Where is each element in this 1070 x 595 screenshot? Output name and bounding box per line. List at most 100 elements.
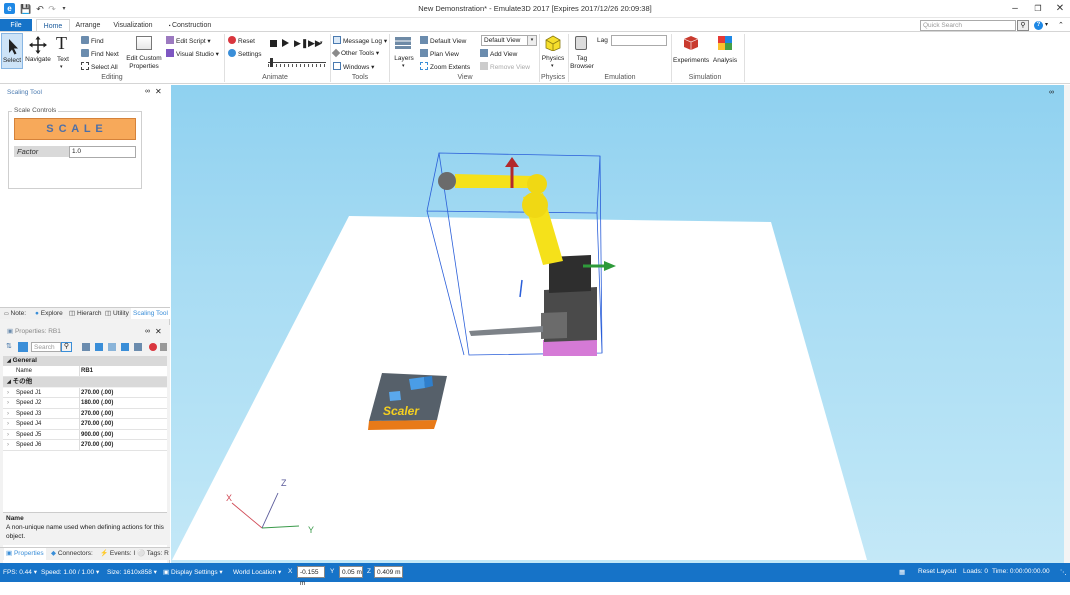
windows-button[interactable]: Windows ▾ [333,62,374,72]
pin-icon[interactable]: ∞ [145,88,150,95]
floor-plane[interactable] [172,216,867,560]
expand-icon[interactable]: › [7,388,9,398]
zoom-extents-button[interactable]: Zoom Extents [420,62,470,72]
property-value[interactable]: 180.00 (.00) [81,398,113,408]
property-row-name[interactable]: Name RB1 [3,366,167,377]
section-other[interactable]: ◢ その他 [3,377,167,387]
expand-icon[interactable]: › [7,419,9,429]
remove-view-button[interactable]: Remove View [480,62,530,72]
factor-input[interactable]: 1.0 [69,146,136,158]
tab-properties[interactable]: ▣ Properties [4,548,46,560]
categorized-icon[interactable] [18,342,28,352]
lag-input[interactable] [611,35,667,46]
stop-button[interactable] [270,40,277,47]
edit-custom-properties-button[interactable]: Edit Custom Properties [122,33,166,73]
viewport-scrollbar[interactable] [1064,85,1070,563]
tab-note[interactable]: ▭ Note: [4,308,26,320]
tab-hierarchy[interactable]: ◫ Hierarch [69,308,102,319]
property-row[interactable]: › Speed J5 900.00 (.00) [3,429,167,440]
property-value[interactable]: 270.00 (.00) [81,440,113,450]
fast-forward-dropdown-icon[interactable]: ▾ [320,40,323,46]
ribbon-collapse-icon[interactable]: ⌃ [1058,21,1064,29]
other-tools-button[interactable]: Other Tools ▾ [331,48,379,58]
property-value[interactable]: 900.00 (.00) [81,430,113,440]
expand-icon[interactable]: › [7,398,9,408]
display-settings-button[interactable]: ▣ Display Settings ▾ [163,568,223,576]
tab-events[interactable]: ⚡ Events: I [100,548,135,560]
scaler-tile-edge[interactable] [368,420,437,430]
expand-icon[interactable]: › [7,440,9,450]
help-dropdown-icon[interactable]: ▾ [1045,21,1048,28]
analysis-button[interactable]: Analysis [710,35,740,75]
tab-tags[interactable]: ⚪ Tags: R [137,548,169,560]
default-view-button[interactable]: Default View [420,36,466,46]
reset-button[interactable]: Reset [228,36,255,46]
view-select[interactable]: Default View ▾ [481,35,537,46]
sort-icon[interactable]: ⇅ [6,342,12,350]
x-coord-field[interactable]: -0.155 m [297,566,325,587]
toolbar-action-icon[interactable] [121,343,129,351]
edit-script-button[interactable]: Edit Script ▾ [166,36,211,46]
speed-slider-thumb[interactable] [270,58,273,67]
tab-explore[interactable]: ● Explore [35,308,63,319]
property-row[interactable]: › Speed J3 270.00 (.00) [3,408,167,419]
property-row[interactable]: › Speed J4 270.00 (.00) [3,419,167,430]
settings-button[interactable]: Settings [228,49,262,59]
navigate-tool-button[interactable]: Navigate [24,33,52,69]
minimize-button[interactable]: – [1005,1,1025,16]
pin-icon[interactable]: ∞ [145,328,150,335]
property-value[interactable]: 270.00 (.00) [81,419,113,429]
section-general[interactable]: ◢ General [3,356,167,366]
close-pane-icon[interactable]: ✕ [155,327,162,336]
scale-button[interactable]: S C A L E [14,118,136,140]
visual-studio-button[interactable]: Visual Studio ▾ [166,49,219,59]
expand-icon[interactable]: › [7,430,9,440]
y-coord-field[interactable]: 0.05 m [339,566,363,578]
tag-browser-button[interactable]: Tag Browser [569,35,595,75]
find-button[interactable]: Find [81,36,104,46]
toolbar-action-icon[interactable] [160,343,167,351]
plan-view-button[interactable]: Plan View [420,49,459,59]
toolbar-action-icon[interactable] [108,343,116,351]
property-row[interactable]: › Speed J6 270.00 (.00) [3,440,167,451]
text-tool-button[interactable]: T Text ▾ [53,33,73,75]
properties-search-input[interactable]: Search [31,342,61,352]
close-button[interactable]: ✕ [1050,1,1070,16]
property-value[interactable]: 270.00 (.00) [81,409,113,419]
toolbar-action-icon[interactable] [82,343,90,351]
gizmo-z-head[interactable] [505,157,519,167]
reset-layout-button[interactable]: Reset Layout [918,568,956,575]
expand-icon[interactable]: › [7,409,9,419]
z-coord-field[interactable]: 0.409 m [374,566,403,578]
world-location-button[interactable]: World Location ▾ [233,568,281,576]
property-row[interactable]: › Speed J1 270.00 (.00) [3,387,167,398]
play-icon[interactable] [282,39,289,47]
layers-button[interactable]: Layers ▾ [392,36,416,76]
experiments-button[interactable]: Experiments [673,35,709,75]
3d-viewport[interactable]: ∞ Scaler Z X Y [171,85,1064,563]
restore-button[interactable]: ❐ [1028,1,1048,16]
property-name-value[interactable]: RB1 [81,366,93,376]
speed-slider[interactable] [268,58,326,68]
size-readout[interactable]: Size: 1610x858 ▾ [107,568,157,576]
tab-connectors[interactable]: ◆ Connectors: [51,548,93,560]
tab-scaling-tool[interactable]: Scaling Tool [131,308,170,319]
search-icon[interactable]: ⚲ [1017,20,1029,31]
property-row[interactable]: › Speed J2 180.00 (.00) [3,398,167,409]
search-icon[interactable]: ⚲ [61,342,72,352]
toolbar-action-icon[interactable] [95,343,103,351]
close-pane-icon[interactable]: ✕ [155,87,162,96]
fps-readout[interactable]: FPS: 0.44 ▾ [3,568,37,576]
select-tool-button[interactable]: Select [1,33,23,69]
help-icon[interactable]: ? [1034,21,1043,30]
find-next-button[interactable]: Find Next [81,49,119,59]
add-view-button[interactable]: Add View [480,49,517,59]
speed-readout[interactable]: Speed: 1.00 / 1.00 ▾ [41,568,99,576]
property-value[interactable]: 270.00 (.00) [81,388,113,398]
record-icon[interactable] [149,343,157,351]
physics-button[interactable]: Physics ▾ [541,35,565,75]
tab-utility[interactable]: ◫ Utility [105,308,129,319]
message-log-button[interactable]: Message Log ▾ [333,36,387,46]
toolbar-action-icon[interactable] [134,343,142,351]
grid-icon[interactable]: ▦ [899,568,905,576]
